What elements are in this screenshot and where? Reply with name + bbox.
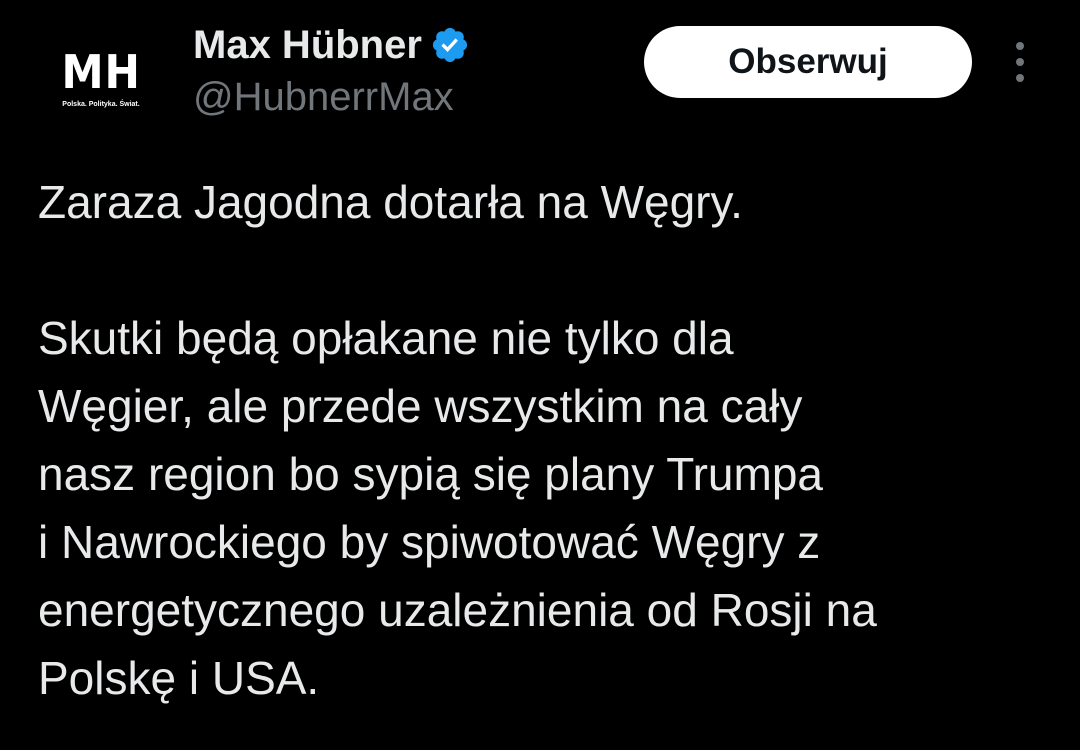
author-display-name[interactable]: Max Hübner: [193, 20, 422, 70]
tweet-text: Zaraza Jagodna dotarła na Węgry. Skutki …: [38, 168, 1048, 712]
avatar-logo-text: MH: [61, 44, 141, 99]
tweet-card: MH Polska. Polityka. Świat. Max Hübner @…: [0, 0, 1080, 750]
tweet-paragraph-2: Skutki będą opłakane nie tylko dla Węgie…: [38, 312, 877, 704]
more-options-button[interactable]: [1000, 36, 1040, 88]
author-name-row: Max Hübner: [193, 20, 470, 70]
more-vertical-icon: [1016, 42, 1024, 82]
author-handle[interactable]: @HubnerrMax: [193, 73, 454, 121]
avatar-tagline: Polska. Polityka. Świat.: [62, 100, 140, 108]
follow-button[interactable]: Obserwuj: [644, 26, 972, 98]
verified-badge-icon: [430, 25, 470, 65]
avatar[interactable]: MH Polska. Polityka. Świat.: [38, 28, 164, 128]
tweet-paragraph-1: Zaraza Jagodna dotarła na Węgry.: [38, 176, 743, 228]
